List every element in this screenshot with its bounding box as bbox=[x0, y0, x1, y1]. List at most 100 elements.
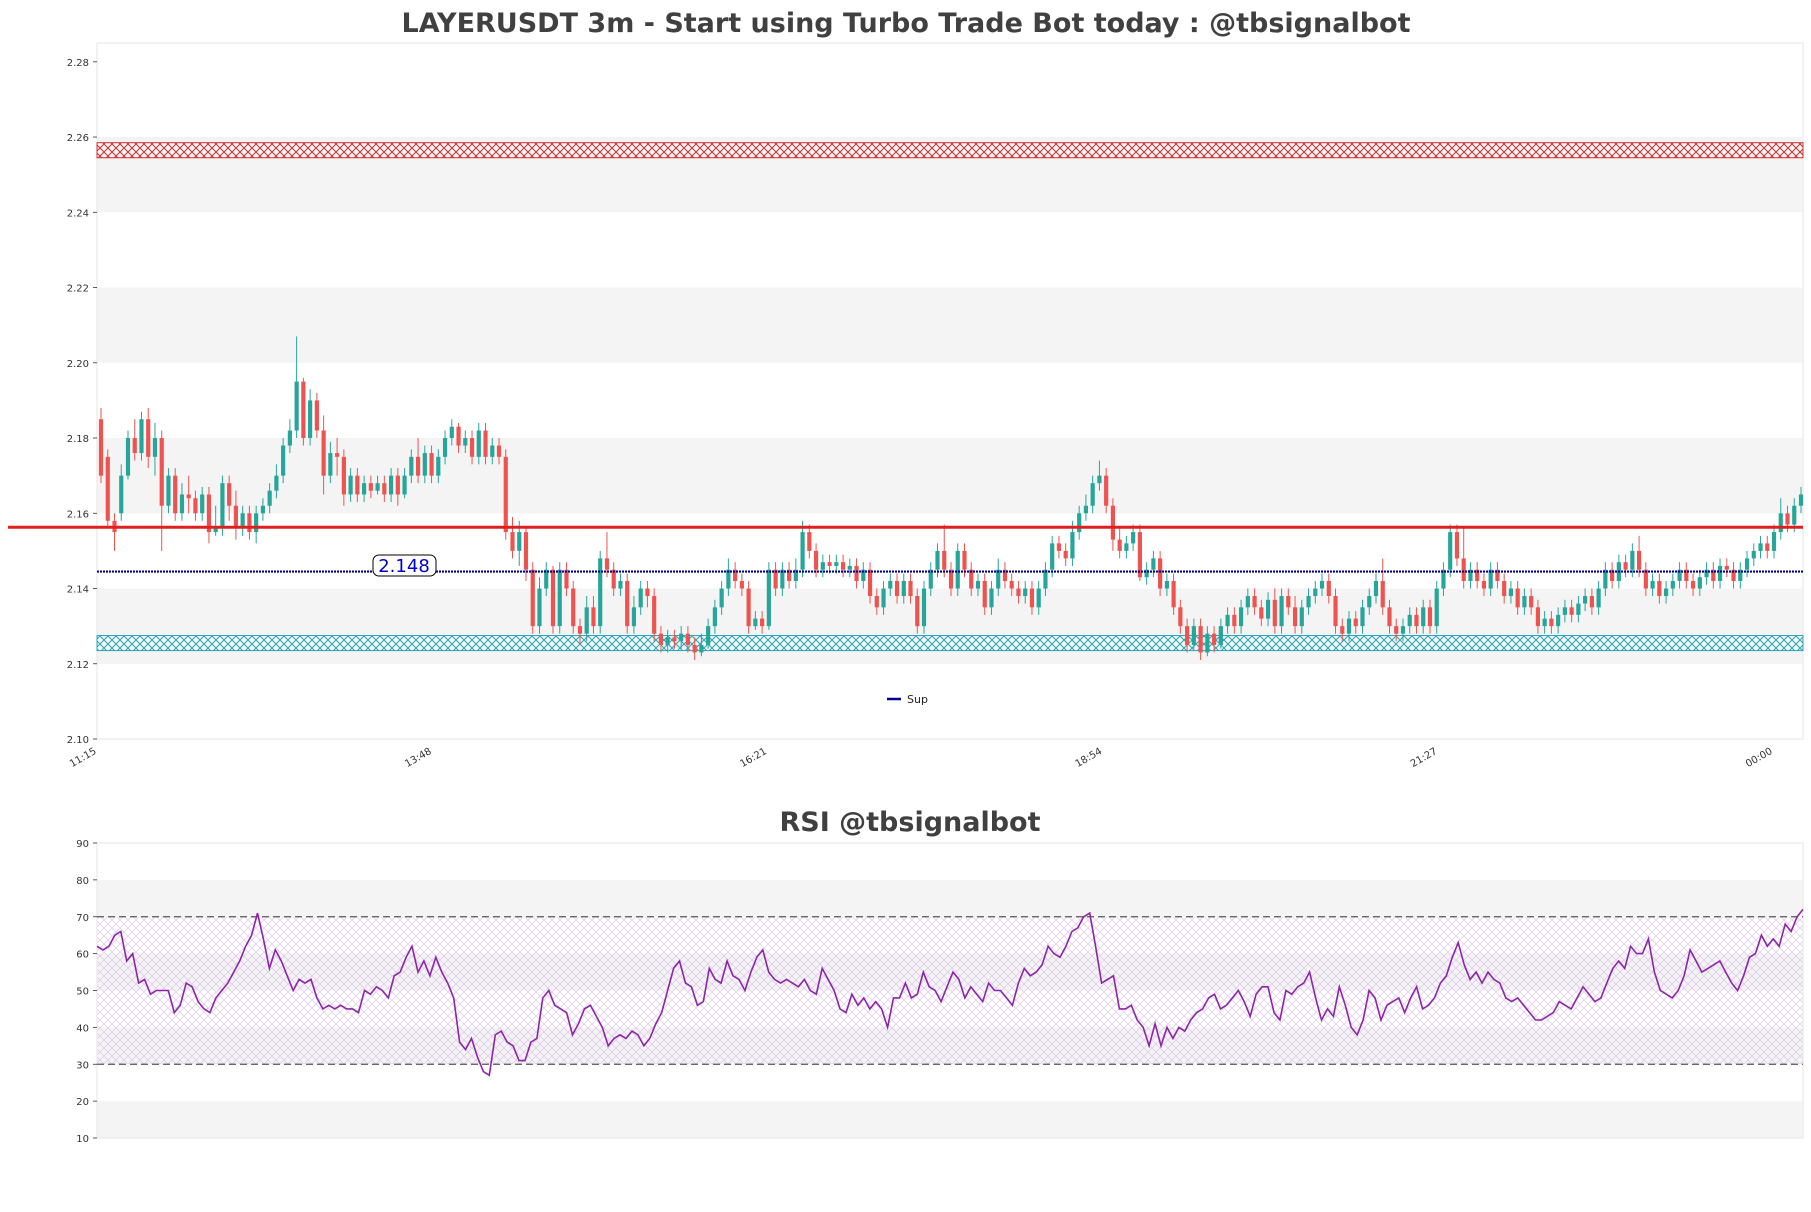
candle-body bbox=[159, 438, 164, 506]
candle-body bbox=[571, 588, 576, 627]
candle-body bbox=[1751, 550, 1756, 559]
candle-body bbox=[1286, 596, 1291, 608]
candle-body bbox=[368, 483, 373, 491]
candle-body bbox=[388, 475, 394, 495]
candle-body bbox=[523, 532, 529, 570]
rsi-y-tick-label: 90 bbox=[76, 839, 89, 850]
candle-body bbox=[517, 532, 522, 551]
candle-body bbox=[1637, 550, 1642, 570]
candle-body bbox=[584, 607, 589, 634]
candle-body bbox=[1650, 580, 1655, 589]
candle-body bbox=[274, 475, 279, 491]
candle-body bbox=[1023, 588, 1028, 597]
candle-body bbox=[577, 626, 583, 634]
candle-body bbox=[456, 426, 461, 446]
candle-body bbox=[1421, 607, 1426, 627]
candle-body bbox=[672, 637, 677, 642]
candle-body bbox=[1562, 607, 1567, 615]
rsi-y-tick-label: 80 bbox=[76, 876, 89, 887]
candle-body bbox=[1529, 596, 1534, 608]
y-tick-label: 2.20 bbox=[67, 359, 89, 370]
candle-body bbox=[1292, 607, 1298, 627]
candle-body bbox=[1259, 607, 1264, 619]
candle-body bbox=[1670, 580, 1675, 589]
grid-band-shaded bbox=[97, 588, 1803, 664]
candle-body bbox=[894, 580, 900, 597]
grid-band bbox=[97, 663, 1803, 739]
candle-body bbox=[1400, 626, 1406, 634]
candle-body bbox=[1387, 607, 1392, 627]
candle-body bbox=[820, 562, 825, 570]
candle-body bbox=[665, 637, 670, 645]
candle-body bbox=[881, 588, 886, 608]
candle-body bbox=[867, 569, 873, 597]
candle-body bbox=[1306, 596, 1311, 608]
candle-body bbox=[1050, 543, 1055, 570]
candle-body bbox=[1414, 614, 1419, 627]
candle-body bbox=[1326, 580, 1331, 597]
rsi-y-tick-label: 40 bbox=[76, 1023, 89, 1034]
candle-body bbox=[1218, 626, 1223, 645]
candle-body bbox=[942, 550, 947, 570]
candle-body bbox=[827, 562, 832, 566]
candle-body bbox=[308, 400, 313, 439]
candle-body bbox=[1360, 607, 1365, 627]
candle-body bbox=[557, 569, 562, 627]
candle-body bbox=[1596, 588, 1601, 608]
candle-body bbox=[1515, 588, 1520, 608]
candle-body bbox=[1481, 580, 1487, 589]
candle-body bbox=[1556, 614, 1561, 627]
rsi-grid-band-shaded bbox=[97, 879, 1803, 917]
candle-body bbox=[658, 633, 664, 645]
candle-body bbox=[287, 430, 292, 446]
main-chart-title: LAYERUSDT 3m - Start using Turbo Trade B… bbox=[402, 8, 1411, 39]
rsi-grid-band-shaded bbox=[97, 1101, 1803, 1138]
x-tick-label: 18:54 bbox=[1074, 746, 1104, 770]
candle-body bbox=[1792, 505, 1797, 525]
candle-body bbox=[638, 588, 643, 608]
candle-body bbox=[1785, 513, 1790, 525]
candle-body bbox=[1502, 580, 1507, 597]
x-tick-label: 13:48 bbox=[403, 746, 433, 770]
candle-body bbox=[935, 550, 940, 570]
candle-body bbox=[1171, 580, 1176, 608]
candle-body bbox=[807, 532, 812, 551]
candle-body bbox=[355, 475, 360, 495]
candle-body bbox=[800, 532, 805, 570]
candle-body bbox=[132, 438, 137, 454]
candle-body bbox=[692, 644, 697, 653]
rsi-y-tick-label: 50 bbox=[76, 987, 89, 998]
support-zone bbox=[96, 635, 1804, 652]
candle-body bbox=[1279, 596, 1284, 627]
y-tick-label: 2.28 bbox=[67, 58, 89, 69]
candle-body bbox=[908, 580, 913, 597]
candle-body bbox=[550, 569, 556, 627]
candle-body bbox=[1245, 596, 1250, 608]
candle-body bbox=[1104, 475, 1109, 506]
candle-body bbox=[1508, 588, 1514, 597]
candle-body bbox=[1117, 539, 1122, 551]
candle-body bbox=[618, 580, 623, 589]
candle-body bbox=[1205, 633, 1210, 653]
candle-body bbox=[1724, 565, 1729, 570]
candle-body bbox=[1569, 607, 1574, 615]
candle-body bbox=[645, 588, 650, 597]
candle-body bbox=[1765, 543, 1770, 551]
candle-body bbox=[1454, 532, 1460, 559]
candle-body bbox=[436, 456, 441, 476]
candle-body bbox=[604, 558, 610, 570]
candle-body bbox=[1265, 599, 1271, 619]
candle-body bbox=[1252, 596, 1257, 608]
candle-body bbox=[1185, 626, 1190, 645]
candle-body bbox=[1070, 532, 1075, 559]
candle-body bbox=[314, 400, 319, 431]
candle-body bbox=[1758, 543, 1763, 551]
grid-band bbox=[97, 212, 1803, 288]
candle-body bbox=[537, 588, 542, 627]
y-tick-label: 2.10 bbox=[67, 735, 89, 746]
candle-body bbox=[1663, 588, 1669, 597]
main-x-axis: 11:15 13:48 16:21 18:54 21:27 00:00 bbox=[68, 746, 1774, 770]
candle-body bbox=[840, 562, 846, 570]
candle-body bbox=[1380, 580, 1385, 608]
candle-body bbox=[699, 644, 704, 653]
